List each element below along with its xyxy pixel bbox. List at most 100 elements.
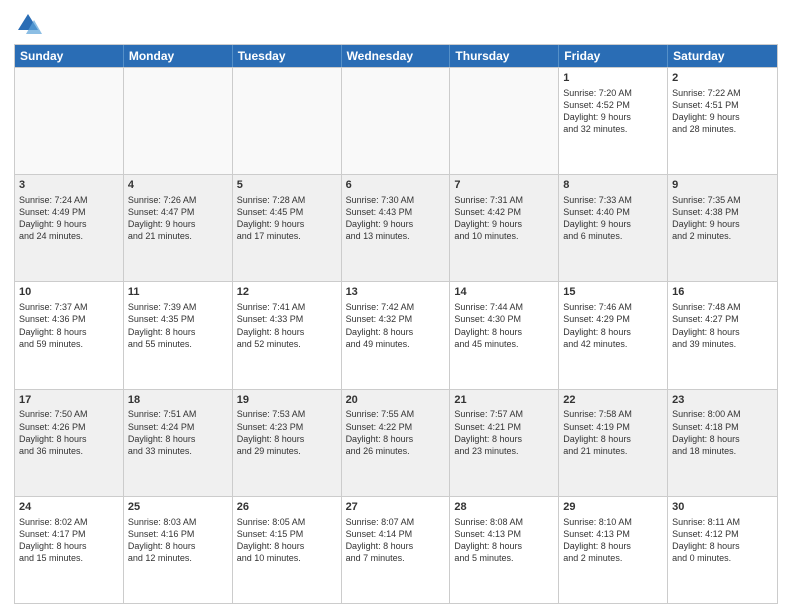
calendar-cell: 30Sunrise: 8:11 AM Sunset: 4:12 PM Dayli… xyxy=(668,497,777,603)
cell-info: Sunrise: 7:31 AM Sunset: 4:42 PM Dayligh… xyxy=(454,194,554,243)
calendar-cell: 27Sunrise: 8:07 AM Sunset: 4:14 PM Dayli… xyxy=(342,497,451,603)
calendar-cell: 6Sunrise: 7:30 AM Sunset: 4:43 PM Daylig… xyxy=(342,175,451,281)
calendar-cell: 15Sunrise: 7:46 AM Sunset: 4:29 PM Dayli… xyxy=(559,282,668,388)
calendar: SundayMondayTuesdayWednesdayThursdayFrid… xyxy=(14,44,778,604)
day-number: 11 xyxy=(128,285,228,300)
calendar-cell: 2Sunrise: 7:22 AM Sunset: 4:51 PM Daylig… xyxy=(668,68,777,174)
cell-info: Sunrise: 8:07 AM Sunset: 4:14 PM Dayligh… xyxy=(346,516,446,565)
calendar-cell: 10Sunrise: 7:37 AM Sunset: 4:36 PM Dayli… xyxy=(15,282,124,388)
cell-info: Sunrise: 7:39 AM Sunset: 4:35 PM Dayligh… xyxy=(128,301,228,350)
cell-info: Sunrise: 7:58 AM Sunset: 4:19 PM Dayligh… xyxy=(563,408,663,457)
day-number: 23 xyxy=(672,393,773,408)
day-number: 15 xyxy=(563,285,663,300)
day-number: 10 xyxy=(19,285,119,300)
calendar-cell: 20Sunrise: 7:55 AM Sunset: 4:22 PM Dayli… xyxy=(342,390,451,496)
calendar-cell: 1Sunrise: 7:20 AM Sunset: 4:52 PM Daylig… xyxy=(559,68,668,174)
cell-info: Sunrise: 7:33 AM Sunset: 4:40 PM Dayligh… xyxy=(563,194,663,243)
cell-info: Sunrise: 7:26 AM Sunset: 4:47 PM Dayligh… xyxy=(128,194,228,243)
cell-info: Sunrise: 8:03 AM Sunset: 4:16 PM Dayligh… xyxy=(128,516,228,565)
cell-info: Sunrise: 7:46 AM Sunset: 4:29 PM Dayligh… xyxy=(563,301,663,350)
page: SundayMondayTuesdayWednesdayThursdayFrid… xyxy=(0,0,792,612)
day-number: 26 xyxy=(237,500,337,515)
day-number: 25 xyxy=(128,500,228,515)
day-number: 16 xyxy=(672,285,773,300)
calendar-row-0: 1Sunrise: 7:20 AM Sunset: 4:52 PM Daylig… xyxy=(15,67,777,174)
calendar-cell xyxy=(124,68,233,174)
calendar-cell xyxy=(450,68,559,174)
cell-info: Sunrise: 8:05 AM Sunset: 4:15 PM Dayligh… xyxy=(237,516,337,565)
cell-info: Sunrise: 7:28 AM Sunset: 4:45 PM Dayligh… xyxy=(237,194,337,243)
calendar-cell xyxy=(15,68,124,174)
cell-info: Sunrise: 7:24 AM Sunset: 4:49 PM Dayligh… xyxy=(19,194,119,243)
calendar-cell: 14Sunrise: 7:44 AM Sunset: 4:30 PM Dayli… xyxy=(450,282,559,388)
calendar-cell: 7Sunrise: 7:31 AM Sunset: 4:42 PM Daylig… xyxy=(450,175,559,281)
day-number: 22 xyxy=(563,393,663,408)
calendar-cell: 23Sunrise: 8:00 AM Sunset: 4:18 PM Dayli… xyxy=(668,390,777,496)
cell-info: Sunrise: 8:00 AM Sunset: 4:18 PM Dayligh… xyxy=(672,408,773,457)
day-number: 18 xyxy=(128,393,228,408)
header-day-sunday: Sunday xyxy=(15,45,124,67)
day-number: 19 xyxy=(237,393,337,408)
day-number: 29 xyxy=(563,500,663,515)
calendar-cell: 21Sunrise: 7:57 AM Sunset: 4:21 PM Dayli… xyxy=(450,390,559,496)
day-number: 28 xyxy=(454,500,554,515)
calendar-cell: 24Sunrise: 8:02 AM Sunset: 4:17 PM Dayli… xyxy=(15,497,124,603)
calendar-cell: 5Sunrise: 7:28 AM Sunset: 4:45 PM Daylig… xyxy=(233,175,342,281)
calendar-cell: 13Sunrise: 7:42 AM Sunset: 4:32 PM Dayli… xyxy=(342,282,451,388)
calendar-cell: 29Sunrise: 8:10 AM Sunset: 4:13 PM Dayli… xyxy=(559,497,668,603)
calendar-cell: 26Sunrise: 8:05 AM Sunset: 4:15 PM Dayli… xyxy=(233,497,342,603)
calendar-cell: 16Sunrise: 7:48 AM Sunset: 4:27 PM Dayli… xyxy=(668,282,777,388)
day-number: 21 xyxy=(454,393,554,408)
day-number: 24 xyxy=(19,500,119,515)
cell-info: Sunrise: 7:55 AM Sunset: 4:22 PM Dayligh… xyxy=(346,408,446,457)
calendar-cell xyxy=(342,68,451,174)
cell-info: Sunrise: 8:10 AM Sunset: 4:13 PM Dayligh… xyxy=(563,516,663,565)
calendar-cell: 17Sunrise: 7:50 AM Sunset: 4:26 PM Dayli… xyxy=(15,390,124,496)
day-number: 27 xyxy=(346,500,446,515)
cell-info: Sunrise: 7:53 AM Sunset: 4:23 PM Dayligh… xyxy=(237,408,337,457)
calendar-cell: 18Sunrise: 7:51 AM Sunset: 4:24 PM Dayli… xyxy=(124,390,233,496)
header-day-tuesday: Tuesday xyxy=(233,45,342,67)
cell-info: Sunrise: 7:30 AM Sunset: 4:43 PM Dayligh… xyxy=(346,194,446,243)
cell-info: Sunrise: 8:02 AM Sunset: 4:17 PM Dayligh… xyxy=(19,516,119,565)
cell-info: Sunrise: 7:20 AM Sunset: 4:52 PM Dayligh… xyxy=(563,87,663,136)
header-day-friday: Friday xyxy=(559,45,668,67)
calendar-cell: 9Sunrise: 7:35 AM Sunset: 4:38 PM Daylig… xyxy=(668,175,777,281)
calendar-row-4: 24Sunrise: 8:02 AM Sunset: 4:17 PM Dayli… xyxy=(15,496,777,603)
cell-info: Sunrise: 7:48 AM Sunset: 4:27 PM Dayligh… xyxy=(672,301,773,350)
day-number: 8 xyxy=(563,178,663,193)
day-number: 17 xyxy=(19,393,119,408)
cell-info: Sunrise: 7:57 AM Sunset: 4:21 PM Dayligh… xyxy=(454,408,554,457)
header-day-saturday: Saturday xyxy=(668,45,777,67)
header-day-monday: Monday xyxy=(124,45,233,67)
calendar-cell: 12Sunrise: 7:41 AM Sunset: 4:33 PM Dayli… xyxy=(233,282,342,388)
cell-info: Sunrise: 7:51 AM Sunset: 4:24 PM Dayligh… xyxy=(128,408,228,457)
header-day-wednesday: Wednesday xyxy=(342,45,451,67)
day-number: 14 xyxy=(454,285,554,300)
day-number: 6 xyxy=(346,178,446,193)
calendar-cell: 4Sunrise: 7:26 AM Sunset: 4:47 PM Daylig… xyxy=(124,175,233,281)
calendar-cell: 19Sunrise: 7:53 AM Sunset: 4:23 PM Dayli… xyxy=(233,390,342,496)
calendar-cell: 8Sunrise: 7:33 AM Sunset: 4:40 PM Daylig… xyxy=(559,175,668,281)
calendar-cell xyxy=(233,68,342,174)
day-number: 4 xyxy=(128,178,228,193)
calendar-header: SundayMondayTuesdayWednesdayThursdayFrid… xyxy=(15,45,777,67)
day-number: 20 xyxy=(346,393,446,408)
cell-info: Sunrise: 8:08 AM Sunset: 4:13 PM Dayligh… xyxy=(454,516,554,565)
calendar-cell: 3Sunrise: 7:24 AM Sunset: 4:49 PM Daylig… xyxy=(15,175,124,281)
day-number: 9 xyxy=(672,178,773,193)
header-day-thursday: Thursday xyxy=(450,45,559,67)
day-number: 1 xyxy=(563,71,663,86)
calendar-cell: 28Sunrise: 8:08 AM Sunset: 4:13 PM Dayli… xyxy=(450,497,559,603)
cell-info: Sunrise: 7:37 AM Sunset: 4:36 PM Dayligh… xyxy=(19,301,119,350)
calendar-cell: 11Sunrise: 7:39 AM Sunset: 4:35 PM Dayli… xyxy=(124,282,233,388)
cell-info: Sunrise: 7:35 AM Sunset: 4:38 PM Dayligh… xyxy=(672,194,773,243)
cell-info: Sunrise: 7:50 AM Sunset: 4:26 PM Dayligh… xyxy=(19,408,119,457)
calendar-row-1: 3Sunrise: 7:24 AM Sunset: 4:49 PM Daylig… xyxy=(15,174,777,281)
cell-info: Sunrise: 7:42 AM Sunset: 4:32 PM Dayligh… xyxy=(346,301,446,350)
calendar-row-2: 10Sunrise: 7:37 AM Sunset: 4:36 PM Dayli… xyxy=(15,281,777,388)
calendar-cell: 22Sunrise: 7:58 AM Sunset: 4:19 PM Dayli… xyxy=(559,390,668,496)
calendar-cell: 25Sunrise: 8:03 AM Sunset: 4:16 PM Dayli… xyxy=(124,497,233,603)
day-number: 30 xyxy=(672,500,773,515)
day-number: 5 xyxy=(237,178,337,193)
